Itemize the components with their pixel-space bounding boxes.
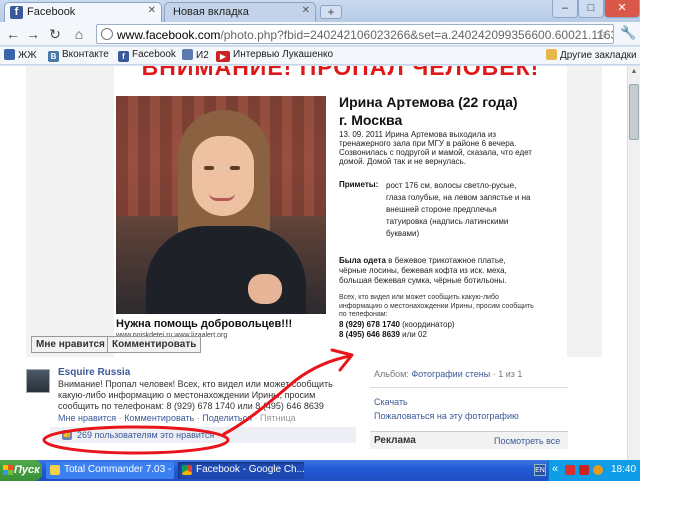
- globe-icon: [101, 28, 113, 40]
- photo-hand: [248, 274, 282, 304]
- facebook-icon: f: [10, 6, 23, 19]
- back-button[interactable]: ←: [4, 25, 22, 43]
- new-tab-button[interactable]: +: [320, 5, 342, 19]
- report-photo-link[interactable]: Пожаловаться на эту фотографию: [374, 411, 519, 421]
- poster-dressed: Была одета в бежевое трикотажное платье,…: [339, 256, 535, 286]
- url-host: www.facebook.com: [117, 28, 221, 42]
- tab-label: Новая вкладка: [173, 6, 249, 18]
- photo-eye: [230, 166, 240, 170]
- tab-new[interactable]: Новая вкладка ✕: [164, 2, 316, 22]
- album-link[interactable]: Фотографии стены: [411, 369, 490, 379]
- poster-story: 13. 09. 2011 Ирина Артемова выходила из …: [339, 130, 532, 166]
- bookmark-interview[interactable]: ▶ Интервью Лукашенко: [216, 49, 333, 62]
- photo-jacket: [146, 226, 306, 314]
- browser-toolbar: ← → ↻ ⌂ www.facebook.com/photo.php?fbid=…: [0, 22, 640, 46]
- post-like-link[interactable]: Мне нравится: [58, 413, 116, 423]
- poster-signs-label: Приметы:: [339, 180, 379, 189]
- close-tab-icon[interactable]: ✕: [148, 5, 156, 16]
- chrome-icon: [182, 465, 192, 475]
- windows-logo-icon: [3, 465, 13, 475]
- bookmark-star-icon[interactable]: ☆: [596, 26, 608, 42]
- photo-like-button[interactable]: Мне нравится: [31, 336, 110, 353]
- ads-see-all-link[interactable]: Посмотреть все: [494, 436, 560, 446]
- reload-button[interactable]: ↻: [46, 25, 64, 43]
- user-icon: [182, 49, 193, 60]
- avatar[interactable]: [26, 369, 50, 393]
- post-share-link[interactable]: Поделиться: [202, 413, 252, 423]
- address-bar[interactable]: www.facebook.com/photo.php?fbid=24024210…: [96, 24, 614, 44]
- maximize-button[interactable]: □: [578, 0, 604, 18]
- taskbar-item-total-commander[interactable]: Total Commander 7.03 - ...: [46, 462, 174, 479]
- poster-phones: 8 (929) 678 1740 (координатор) 8 (495) 6…: [339, 320, 455, 340]
- ads-header: Реклама Посмотреть все: [370, 431, 568, 449]
- post-actions: Мне нравится · Комментировать · Поделить…: [58, 413, 296, 423]
- close-window-button[interactable]: ✕: [604, 0, 640, 18]
- poster-name: Ирина Артемова (22 года): [339, 94, 518, 110]
- post-comment-link[interactable]: Комментировать: [124, 413, 194, 423]
- poster-phone-2: 8 (495) 646 8639 или 02: [339, 330, 427, 339]
- thumbs-up-icon: 👍: [62, 430, 72, 440]
- tray-expand-icon[interactable]: «: [552, 463, 558, 475]
- photo-smile: [209, 193, 235, 201]
- bookmark-vkontakte[interactable]: B Вконтакте: [48, 49, 109, 62]
- facebook-icon: f: [118, 51, 129, 62]
- bookmark-i2[interactable]: И2: [182, 49, 209, 61]
- folder-icon: [546, 49, 557, 60]
- divider: [370, 387, 568, 388]
- wrench-icon[interactable]: 🔧: [620, 25, 636, 41]
- likes-bar: 👍 269 пользователям это нравится: [50, 427, 356, 443]
- post-date: Пятница: [259, 413, 296, 423]
- album-count: · 1 из 1: [492, 369, 523, 379]
- poster-phone-1: 8 (929) 678 1740 (координатор): [339, 320, 455, 329]
- vertical-scrollbar[interactable]: ▲: [627, 66, 640, 460]
- missing-person-photo: [116, 96, 326, 314]
- scrollbar-thumb[interactable]: [629, 84, 639, 140]
- youtube-icon: ▶: [216, 51, 230, 62]
- close-tab-icon[interactable]: ✕: [302, 5, 310, 16]
- security-icon[interactable]: [579, 465, 589, 475]
- photo-comment-button[interactable]: Комментировать: [107, 336, 202, 353]
- url-path: /photo.php?fbid=240242106023266&set=a.24…: [220, 28, 614, 42]
- tab-label: Facebook: [27, 6, 76, 18]
- antivirus-icon[interactable]: [565, 465, 575, 475]
- download-link[interactable]: Скачать: [374, 397, 408, 407]
- forward-button[interactable]: →: [24, 25, 42, 43]
- bookmark-facebook[interactable]: f Facebook: [118, 49, 176, 62]
- scroll-up-icon[interactable]: ▲: [629, 68, 639, 75]
- likes-count-link[interactable]: 269 пользователям это нравится: [77, 430, 214, 440]
- taskbar-item-chrome[interactable]: Facebook - Google Ch...: [178, 462, 304, 479]
- taskbar: Пуск Total Commander 7.03 - ... Facebook…: [0, 460, 640, 481]
- poster-dressed-label: Была одета: [339, 256, 386, 265]
- update-icon[interactable]: [593, 465, 603, 475]
- total-commander-icon: [50, 465, 60, 475]
- post-text: Внимание! Пропал человек! Всех, кто виде…: [58, 379, 333, 411]
- minimize-button[interactable]: –: [552, 0, 578, 18]
- bookmark-zhzh[interactable]: ЖЖ: [4, 49, 36, 61]
- language-indicator[interactable]: EN: [534, 464, 546, 476]
- system-tray: « 18:40: [548, 460, 640, 481]
- bookmarks-bar: ЖЖ B Вконтакте f Facebook И2 ▶ Интервью Лук…: [0, 47, 640, 65]
- other-bookmarks[interactable]: Другие закладки: [546, 49, 637, 61]
- album-label: Альбом:: [374, 369, 409, 379]
- photo-face: [192, 136, 254, 216]
- vk-icon: B: [48, 51, 59, 62]
- start-button[interactable]: Пуск: [0, 460, 42, 481]
- clock: 18:40: [611, 464, 637, 475]
- post-author[interactable]: Esquire Russia: [58, 367, 130, 378]
- album-info: Альбом: Фотографии стены · 1 из 1: [374, 369, 522, 379]
- tab-facebook[interactable]: f Facebook ✕: [4, 2, 162, 22]
- need-help-text: Нужна помощь добровольцев!!!: [116, 318, 293, 330]
- tab-strip: f Facebook ✕ Новая вкладка ✕ + – □ ✕: [0, 0, 640, 22]
- ads-title: Реклама: [374, 435, 416, 446]
- poster-city: г. Москва: [339, 112, 403, 128]
- page-viewport: ВНИМАНИЕ! ПРОПАЛ ЧЕЛОВЕК! Нужна помощь д…: [0, 66, 627, 460]
- poster-header: ВНИМАНИЕ! ПРОПАЛ ЧЕЛОВЕК!: [114, 66, 567, 78]
- poster-signs: рост 176 см, волосы светло-русые, глаза …: [386, 181, 531, 238]
- poster-contact: Всех, кто видел или может сообщить какую…: [339, 294, 534, 319]
- home-button[interactable]: ⌂: [70, 25, 88, 43]
- photo-eye: [204, 166, 214, 170]
- user-icon: [4, 49, 15, 60]
